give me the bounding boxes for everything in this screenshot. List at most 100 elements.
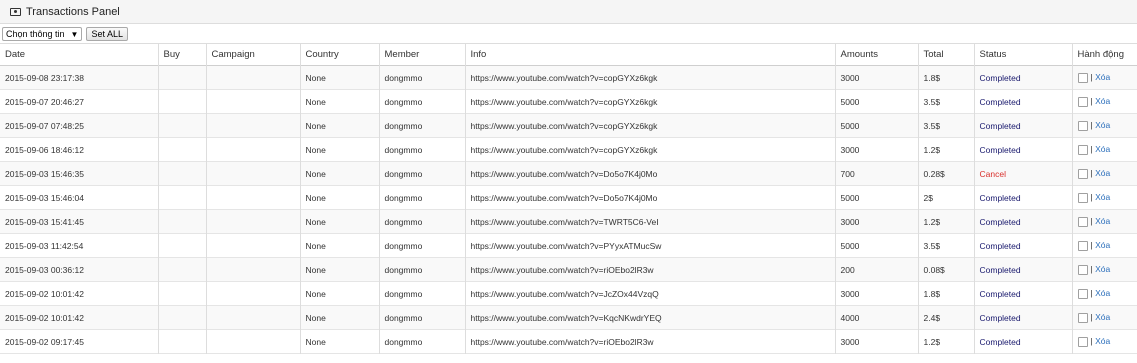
row-checkbox[interactable]: [1077, 144, 1088, 155]
cell-actions: | Xóa: [1072, 89, 1137, 114]
info-select[interactable]: Chọn thông tin ▼: [2, 27, 83, 41]
column-header-info[interactable]: Info: [465, 43, 836, 66]
cell-actions: | Xóa: [1072, 209, 1137, 234]
action-separator: |: [1090, 312, 1093, 323]
cell-info: https://www.youtube.com/watch?v=PYyxATMu…: [465, 233, 836, 258]
cell-actions: | Xóa: [1072, 161, 1137, 186]
delete-link[interactable]: Xóa: [1095, 72, 1110, 82]
column-header-amounts[interactable]: Amounts: [835, 43, 919, 66]
row-checkbox[interactable]: [1077, 312, 1088, 323]
cell-date: 2015-09-03 15:46:35: [0, 161, 159, 186]
column-header-status[interactable]: Status: [974, 43, 1073, 66]
cell-date: 2015-09-07 07:48:25: [0, 113, 159, 138]
column-header-total[interactable]: Total: [918, 43, 975, 66]
action-separator: |: [1090, 240, 1093, 251]
delete-link[interactable]: Xóa: [1095, 120, 1110, 130]
row-checkbox[interactable]: [1077, 72, 1088, 83]
column-header-date[interactable]: Date: [0, 43, 159, 66]
row-checkbox[interactable]: [1077, 240, 1088, 251]
info-select-value: Chọn thông tin: [6, 29, 65, 39]
cell-date: 2015-09-06 18:46:12: [0, 137, 159, 162]
status-text: Completed: [974, 137, 1073, 162]
cell-country: None: [300, 137, 380, 162]
cell-country: None: [300, 89, 380, 114]
delete-link[interactable]: Xóa: [1095, 216, 1110, 226]
table-header-row: Date Buy Campaign Country Member Info Am…: [0, 43, 1137, 66]
status-text: Completed: [974, 329, 1073, 354]
delete-link[interactable]: Xóa: [1095, 240, 1110, 250]
table-row: 2015-09-07 07:48:25 None dongmmo https://ww…: [0, 113, 1137, 138]
cell-country: None: [300, 209, 380, 234]
delete-link[interactable]: Xóa: [1095, 288, 1110, 298]
cell-buy: [158, 257, 207, 282]
cell-date: 2015-09-02 10:01:42: [0, 305, 159, 330]
table-row: 2015-09-02 09:17:45 None dongmmo https://ww…: [0, 329, 1137, 354]
status-text: Completed: [974, 113, 1073, 138]
cell-amounts: 3000: [835, 329, 919, 354]
action-separator: |: [1090, 336, 1093, 347]
cell-info: https://www.youtube.com/watch?v=copGYXz6…: [465, 137, 836, 162]
delete-link[interactable]: Xóa: [1095, 144, 1110, 154]
status-text: Completed: [974, 65, 1073, 90]
cell-campaign: [206, 329, 301, 354]
delete-link[interactable]: Xóa: [1095, 96, 1110, 106]
cell-amounts: 5000: [835, 185, 919, 210]
column-header-country[interactable]: Country: [300, 43, 380, 66]
cell-member: dongmmo: [379, 89, 466, 114]
cell-amounts: 5000: [835, 89, 919, 114]
row-checkbox[interactable]: [1077, 168, 1088, 179]
cell-actions: | Xóa: [1072, 137, 1137, 162]
cell-date: 2015-09-02 10:01:42: [0, 281, 159, 306]
cell-amounts: 700: [835, 161, 919, 186]
cell-buy: [158, 185, 207, 210]
cell-date: 2015-09-08 23:17:38: [0, 65, 159, 90]
cell-country: None: [300, 233, 380, 258]
action-separator: |: [1090, 288, 1093, 299]
cell-info: https://www.youtube.com/watch?v=Do5o7K4j…: [465, 185, 836, 210]
table-row: 2015-09-03 11:42:54 None dongmmo https://ww…: [0, 233, 1137, 258]
delete-link[interactable]: Xóa: [1095, 168, 1110, 178]
cell-country: None: [300, 65, 380, 90]
cell-actions: | Xóa: [1072, 281, 1137, 306]
row-checkbox[interactable]: [1077, 216, 1088, 227]
action-separator: |: [1090, 144, 1093, 155]
row-checkbox[interactable]: [1077, 96, 1088, 107]
cell-campaign: [206, 137, 301, 162]
cell-total: 1.2$: [918, 137, 975, 162]
action-separator: |: [1090, 216, 1093, 227]
action-separator: |: [1090, 264, 1093, 275]
status-text: Completed: [974, 305, 1073, 330]
column-header-campaign[interactable]: Campaign: [206, 43, 301, 66]
cell-country: None: [300, 329, 380, 354]
delete-link[interactable]: Xóa: [1095, 312, 1110, 322]
row-checkbox[interactable]: [1077, 192, 1088, 203]
cell-total: 3.5$: [918, 89, 975, 114]
cell-buy: [158, 209, 207, 234]
cell-member: dongmmo: [379, 305, 466, 330]
delete-link[interactable]: Xóa: [1095, 264, 1110, 274]
cell-actions: | Xóa: [1072, 329, 1137, 354]
table-row: 2015-09-08 23:17:38 None dongmmo https://ww…: [0, 65, 1137, 90]
cell-campaign: [206, 281, 301, 306]
row-checkbox[interactable]: [1077, 120, 1088, 131]
column-header-buy[interactable]: Buy: [158, 43, 207, 66]
cell-info: https://www.youtube.com/watch?v=JcZOx44V…: [465, 281, 836, 306]
cell-buy: [158, 281, 207, 306]
action-separator: |: [1090, 120, 1093, 131]
set-all-button[interactable]: Set ALL: [86, 27, 128, 41]
cell-campaign: [206, 89, 301, 114]
table-body: 2015-09-08 23:17:38 None dongmmo https://ww…: [0, 65, 1137, 354]
delete-link[interactable]: Xóa: [1095, 336, 1110, 346]
cell-campaign: [206, 161, 301, 186]
cell-actions: | Xóa: [1072, 65, 1137, 90]
column-header-member[interactable]: Member: [379, 43, 466, 66]
panel-title: Transactions Panel: [26, 5, 120, 18]
row-checkbox[interactable]: [1077, 288, 1088, 299]
cell-total: 2.4$: [918, 305, 975, 330]
row-checkbox[interactable]: [1077, 264, 1088, 275]
table-row: 2015-09-06 18:46:12 None dongmmo https://ww…: [0, 137, 1137, 162]
table-row: 2015-09-03 00:36:12 None dongmmo https://ww…: [0, 257, 1137, 282]
delete-link[interactable]: Xóa: [1095, 192, 1110, 202]
status-text: Completed: [974, 281, 1073, 306]
row-checkbox[interactable]: [1077, 336, 1088, 347]
